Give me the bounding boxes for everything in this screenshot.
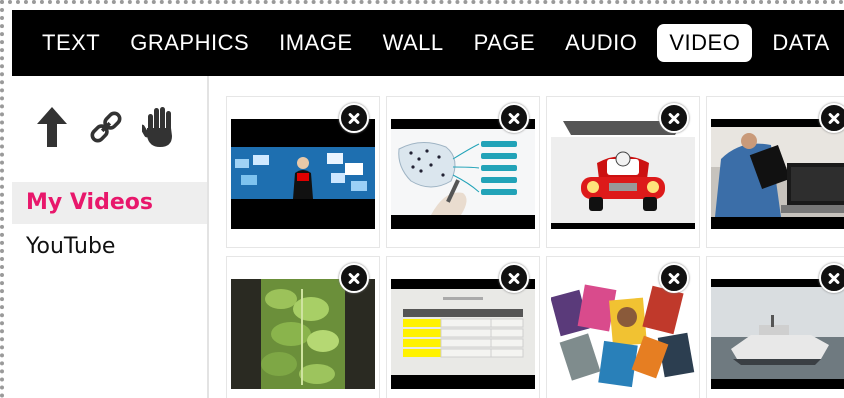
remove-video-icon[interactable] — [819, 263, 844, 293]
upload-arrow-icon[interactable] — [34, 106, 70, 148]
video-thumbnail — [231, 279, 375, 389]
remove-video-icon[interactable] — [339, 103, 369, 133]
tab-video[interactable]: VIDEO — [657, 24, 753, 62]
source-sidebar: My Videos YouTube — [12, 76, 209, 398]
tab-data[interactable]: DATA — [760, 24, 841, 62]
remove-video-icon[interactable] — [659, 263, 689, 293]
source-my-videos[interactable]: My Videos — [12, 182, 207, 224]
remove-video-icon[interactable] — [659, 103, 689, 133]
tab-page[interactable]: PAGE — [462, 24, 548, 62]
hand-icon[interactable] — [142, 106, 178, 148]
video-tile[interactable] — [546, 96, 700, 248]
video-tile[interactable] — [226, 256, 380, 398]
video-thumbnail — [711, 279, 844, 389]
tool-row — [34, 106, 178, 148]
video-tile[interactable] — [706, 256, 844, 398]
category-tab-bar: TEXT GRAPHICS IMAGE WALL PAGE AUDIO VIDE… — [12, 10, 844, 76]
tab-graphics[interactable]: GRAPHICS — [118, 24, 261, 62]
source-youtube[interactable]: YouTube — [12, 226, 207, 268]
tab-text[interactable]: TEXT — [30, 24, 112, 62]
link-icon[interactable] — [88, 106, 124, 148]
video-thumbnail — [551, 119, 695, 229]
video-thumbnail — [391, 279, 535, 389]
video-tile[interactable] — [386, 256, 540, 398]
video-thumbnail — [391, 119, 535, 229]
remove-video-icon[interactable] — [819, 103, 844, 133]
tab-audio[interactable]: AUDIO — [553, 24, 649, 62]
video-thumbnail — [711, 119, 844, 229]
remove-video-icon[interactable] — [339, 263, 369, 293]
video-thumbnail — [231, 119, 375, 229]
remove-video-icon[interactable] — [499, 263, 529, 293]
video-tile[interactable] — [226, 96, 380, 248]
tab-image[interactable]: IMAGE — [267, 24, 364, 62]
video-thumbnail — [551, 279, 695, 389]
tab-wall[interactable]: WALL — [371, 24, 456, 62]
video-tile[interactable] — [706, 96, 844, 248]
video-tile[interactable] — [546, 256, 700, 398]
remove-video-icon[interactable] — [499, 103, 529, 133]
video-panel: My Videos YouTube — [12, 76, 844, 398]
video-tile[interactable] — [386, 96, 540, 248]
